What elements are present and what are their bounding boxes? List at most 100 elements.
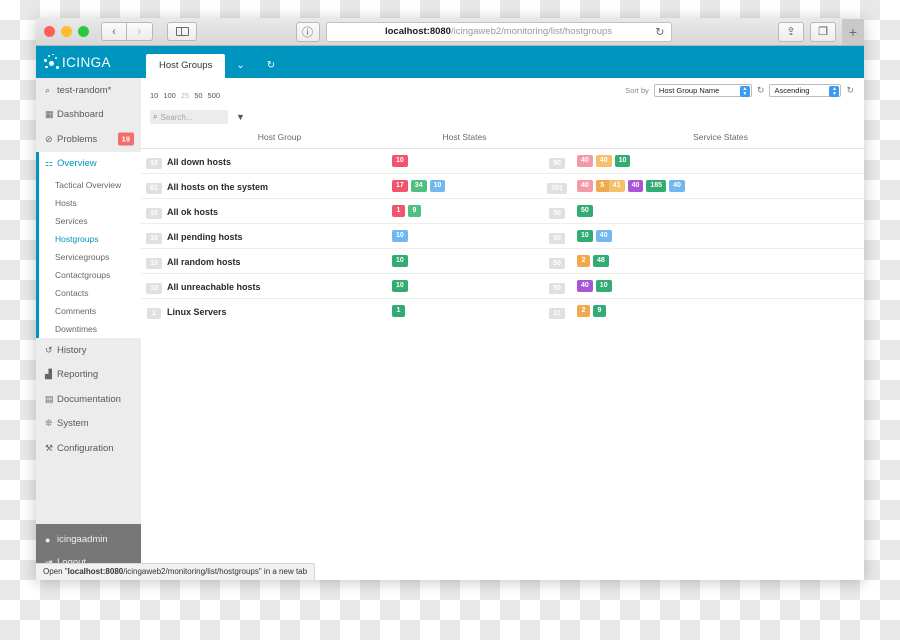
state-badge[interactable]: 41 — [608, 180, 625, 192]
page-size-25[interactable]: 25 — [181, 91, 189, 100]
sidebar-item-system[interactable]: ❊ System — [36, 412, 141, 437]
host-group-name-cell[interactable]: All pending hosts — [167, 224, 392, 249]
refresh-icon[interactable]: ↻ — [256, 46, 286, 78]
sidebar-item-contacts[interactable]: Contacts — [39, 284, 141, 302]
tabs-overview-icon[interactable]: ❐ — [810, 21, 836, 42]
sidebar-item-comments[interactable]: Comments — [39, 302, 141, 320]
state-badge[interactable]: 40 — [595, 230, 612, 242]
reload-icon[interactable]: ↻ — [655, 25, 664, 38]
search-input[interactable]: ⌕ Search... — [150, 110, 228, 124]
state-badge[interactable]: 40 — [669, 180, 685, 192]
col-host-states-header[interactable]: Host States — [392, 128, 537, 149]
host-group-name-cell[interactable]: All random hosts — [167, 249, 392, 274]
configuration-icon: ⚒ — [45, 442, 54, 453]
state-badge[interactable]: 40 — [577, 180, 593, 192]
state-badge[interactable]: 9 — [593, 305, 606, 317]
sidebar-item-dashboard[interactable]: ▦ Dashboard — [36, 103, 141, 128]
table-row[interactable]: 10 All random hosts 10 50 2 48 — [141, 248, 864, 274]
state-badge[interactable]: 34 — [410, 180, 427, 192]
state-badge[interactable]: 10 — [577, 230, 593, 242]
table-row[interactable]: 10 All ok hosts 1 9 50 50 — [141, 198, 864, 224]
maximize-window-button[interactable] — [78, 26, 89, 37]
sidebar-item-test-random[interactable]: ⌕ test-random* — [36, 78, 141, 103]
state-badge[interactable]: 48 — [593, 255, 609, 267]
chevron-down-icon[interactable]: ⌄ — [225, 46, 255, 78]
host-group-link[interactable]: All down hosts — [167, 157, 231, 167]
sidebar-item-reporting[interactable]: ▟ Reporting — [36, 363, 141, 388]
state-badge[interactable]: 2 — [577, 255, 590, 267]
sidebar-item-contactgroups[interactable]: Contactgroups — [39, 266, 141, 284]
state-badge[interactable]: 9 — [408, 205, 421, 217]
host-group-name-cell[interactable]: Linux Servers — [167, 299, 392, 324]
tab-host-groups[interactable]: Host Groups — [146, 54, 226, 78]
state-badge[interactable]: 40 — [627, 180, 644, 192]
icinga-logo[interactable]: ICINGA — [36, 46, 141, 78]
state-badge[interactable]: 40 — [595, 155, 612, 167]
sidebar-toggle-icon[interactable] — [167, 22, 197, 41]
table-row[interactable]: 61 All hosts on the system 17 34 10 351 40 5 41 4… — [141, 173, 864, 199]
state-badge[interactable]: 17 — [392, 180, 408, 192]
host-group-name-cell[interactable]: All hosts on the system — [167, 174, 392, 199]
reader-view-icon[interactable]: ⓘ — [295, 21, 320, 42]
sidebar-item-configuration[interactable]: ⚒ Configuration — [36, 436, 141, 461]
sort-field-refresh-icon[interactable]: ↻ — [757, 85, 765, 96]
state-badge[interactable]: 1 — [392, 205, 405, 217]
sidebar-item-hosts[interactable]: Hosts — [39, 194, 141, 212]
table-row[interactable]: 10 All unreachable hosts 10 50 40 10 — [141, 273, 864, 299]
host-group-name-cell[interactable]: All ok hosts — [167, 199, 392, 224]
page-size-50[interactable]: 50 — [194, 91, 202, 100]
host-group-link[interactable]: All unreachable hosts — [167, 282, 261, 292]
sidebar-item-documentation[interactable]: ▤ Documentation — [36, 387, 141, 412]
forward-button[interactable]: › — [127, 22, 153, 41]
sidebar-item-servicegroups[interactable]: Servicegroups — [39, 248, 141, 266]
host-group-link[interactable]: All random hosts — [167, 257, 241, 267]
sidebar-item-overview[interactable]: ⚏ Overview — [36, 151, 141, 176]
state-badge[interactable]: 40 — [577, 280, 593, 292]
url-input[interactable]: localhost:8080/icingaweb2/monitoring/lis… — [325, 21, 672, 42]
table-row[interactable]: 10 All down hosts 10 90 40 40 10 — [141, 148, 864, 174]
sidebar-item-problems[interactable]: ⊘ Problems 19 — [36, 127, 141, 152]
minimize-window-button[interactable] — [61, 26, 72, 37]
state-badge[interactable]: 2 — [577, 305, 590, 317]
sidebar-item-history[interactable]: ↺ History — [36, 338, 141, 363]
state-badge[interactable]: 10 — [595, 280, 612, 292]
col-service-states-header[interactable]: Service States — [577, 128, 864, 149]
state-badge[interactable]: 1 — [392, 305, 405, 317]
table-row[interactable]: 1 Linux Servers 1 11 2 9 — [141, 298, 864, 324]
sidebar-item-user[interactable]: ● icingaadmin — [36, 528, 141, 551]
sort-direction-refresh-icon[interactable]: ↻ — [846, 85, 854, 96]
state-badge[interactable]: 10 — [392, 280, 408, 292]
host-group-link[interactable]: All hosts on the system — [167, 182, 268, 192]
host-group-link[interactable]: Linux Servers — [167, 307, 227, 317]
state-badge[interactable]: 50 — [577, 205, 593, 217]
state-badge[interactable]: 10 — [392, 155, 408, 167]
state-badge[interactable]: 185 — [646, 180, 667, 192]
sidebar-item-tactical-overview[interactable]: Tactical Overview — [39, 176, 141, 194]
sidebar-item-downtimes[interactable]: Downtimes — [39, 320, 141, 338]
state-badge[interactable]: 10 — [429, 180, 446, 192]
page-size-500[interactable]: 500 — [208, 91, 221, 100]
close-window-button[interactable] — [44, 26, 55, 37]
sort-field-select[interactable]: Host Group Name ▲ ▼ — [653, 84, 752, 97]
state-badge[interactable]: 10 — [392, 255, 408, 267]
sidebar-spacer — [36, 460, 141, 524]
page-size-10[interactable]: 10 — [150, 91, 158, 100]
sort-direction-select[interactable]: Ascending ▲ ▼ — [769, 84, 842, 97]
host-group-link[interactable]: All ok hosts — [167, 207, 218, 217]
host-group-link[interactable]: All pending hosts — [167, 232, 243, 242]
host-group-name-cell[interactable]: All down hosts — [167, 149, 392, 174]
state-badge[interactable]: 40 — [577, 155, 593, 167]
state-badge[interactable]: 10 — [392, 230, 408, 242]
table-row[interactable]: 10 All pending hosts 10 50 10 40 — [141, 223, 864, 249]
new-tab-button[interactable]: + — [842, 18, 864, 45]
host-group-name-cell[interactable]: All unreachable hosts — [167, 274, 392, 299]
state-badge[interactable]: 10 — [614, 155, 631, 167]
back-button[interactable]: ‹ — [101, 22, 127, 41]
page-size-100[interactable]: 100 — [163, 91, 176, 100]
share-icon[interactable]: ⇪ — [778, 21, 804, 42]
filter-icon[interactable]: ▼ — [236, 112, 245, 122]
sidebar-item-hostgroups[interactable]: Hostgroups — [39, 230, 141, 248]
state-badge[interactable]: 5 — [595, 180, 609, 192]
sidebar-item-services[interactable]: Services — [39, 212, 141, 230]
col-host-group-header[interactable]: Host Group — [167, 128, 392, 149]
